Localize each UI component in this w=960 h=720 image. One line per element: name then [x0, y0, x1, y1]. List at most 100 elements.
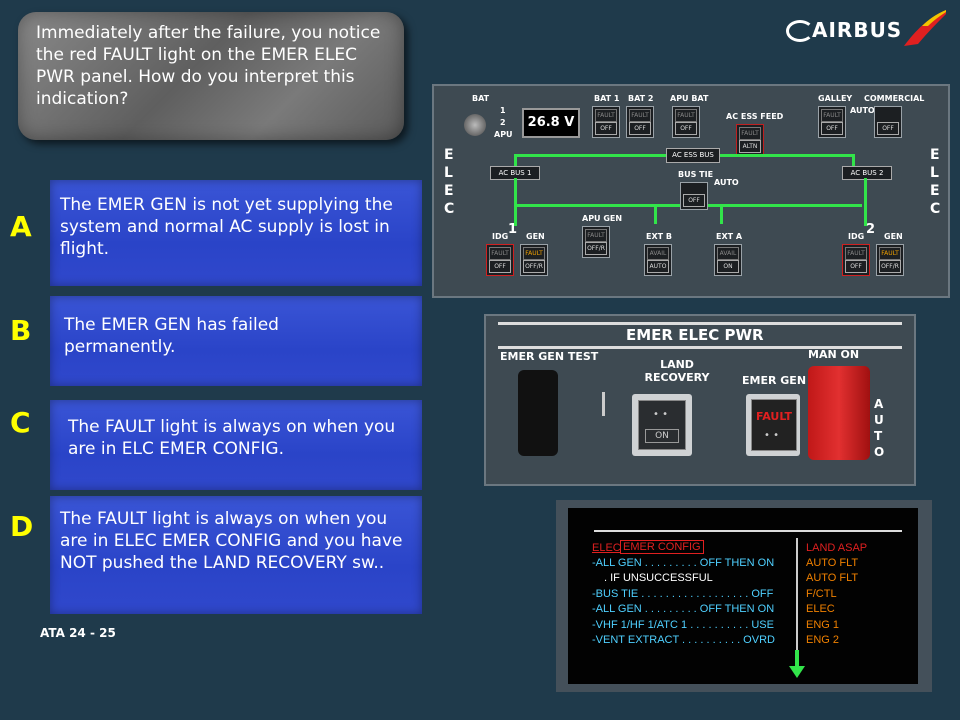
- answer-c-text: The FAULT light is always on when you ar…: [68, 417, 396, 459]
- ac-ess-feed-pushbutton[interactable]: FAULT ALTN: [736, 124, 764, 156]
- bat-pos-apu: APU: [494, 130, 513, 139]
- emer-gen-test-guard[interactable]: [518, 370, 558, 456]
- apu-gen-pushbutton[interactable]: FAULT OFF/R: [582, 226, 610, 258]
- apu-gen-label: APU GEN: [582, 214, 623, 223]
- bat2-pushbutton[interactable]: FAULT OFF: [626, 106, 654, 138]
- gen2-label: GEN: [884, 232, 903, 241]
- answer-b-text: The EMER GEN has failed permanently.: [64, 315, 279, 357]
- idg2-pushbutton[interactable]: FAULT OFF: [842, 244, 870, 276]
- bus-tie-off: OFF: [683, 194, 705, 207]
- iberia-wing-icon: [904, 10, 946, 46]
- land-recovery-pushbutton[interactable]: • • ON: [632, 394, 692, 456]
- bat1-pushbutton[interactable]: FAULT OFF: [592, 106, 620, 138]
- answer-a-button[interactable]: The EMER GEN is not yet supplying the sy…: [50, 180, 422, 286]
- emer-gen-pushbutton[interactable]: FAULT • •: [746, 394, 800, 456]
- bat-label: BAT: [472, 94, 490, 103]
- idg1-label: IDG: [492, 232, 509, 241]
- ecam-right-7: ENG 2: [806, 634, 840, 646]
- gen1-label: GEN: [526, 232, 545, 241]
- ext-a-pushbutton[interactable]: AVAIL ON: [714, 244, 742, 276]
- ecam-line-3: -BUS TIE . . . . . . . . . . . . . . . .…: [592, 588, 774, 600]
- galley-label: GALLEY: [818, 94, 853, 103]
- bat2-label: BAT 2: [628, 94, 654, 103]
- emer-gen-test-label: EMER GEN TEST: [500, 350, 599, 363]
- galley-off: OFF: [821, 122, 843, 135]
- commercial-off: OFF: [877, 122, 899, 135]
- ecam-screen: ELEC EMER CONFIG -ALL GEN . . . . . . . …: [568, 508, 918, 684]
- emer-elec-pwr-panel: EMER ELEC PWR EMER GEN TEST LAND RECOVER…: [484, 314, 916, 486]
- ecam-right-4: F/CTL: [806, 588, 837, 600]
- ecam-right-6: ENG 1: [806, 619, 840, 631]
- gen2-off: OFF/R: [879, 260, 901, 273]
- bus-tie-auto-label: AUTO: [714, 178, 739, 187]
- airbus-wordmark: AIRBUS: [812, 18, 903, 42]
- apu-gen-off: OFF/R: [585, 242, 607, 255]
- galley-pushbutton[interactable]: FAULT OFF: [818, 106, 846, 138]
- airbus-swirl-icon: [786, 20, 814, 42]
- apu-bat-off: OFF: [675, 122, 697, 135]
- ext-b-pushbutton[interactable]: AVAIL AUTO: [644, 244, 672, 276]
- ext-a-avail: AVAIL: [717, 247, 739, 260]
- bus-tie-label: BUS TIE: [678, 170, 714, 179]
- idg2-fault: FAULT: [845, 247, 867, 260]
- ecam-rule-right: [806, 530, 902, 532]
- emer-gen-dots: • •: [764, 430, 779, 441]
- elec-overhead-panel: ELEC ELEC BAT 1 2 APU 26.8 V BAT 1 BAT 2…: [432, 84, 950, 298]
- commercial-label: COMMERCIAL: [864, 94, 925, 103]
- bat1-off: OFF: [595, 122, 617, 135]
- emer-gen-label: EMER GEN: [742, 374, 807, 387]
- bus-tie-pushbutton[interactable]: OFF: [680, 182, 708, 210]
- gen1-pushbutton[interactable]: FAULT OFF/R: [520, 244, 548, 276]
- answer-c-button[interactable]: The FAULT light is always on when you ar…: [50, 400, 422, 490]
- ecam-line-5: -VHF 1/HF 1/ATC 1 . . . . . . . . . . US…: [592, 619, 774, 631]
- bat1-label: BAT 1: [594, 94, 620, 103]
- man-on-label: MAN ON: [808, 348, 860, 361]
- ext-b-feed-line: [654, 204, 657, 224]
- ext-b-label: EXT B: [646, 232, 672, 241]
- answer-d-button[interactable]: The FAULT light is always on when you ar…: [50, 496, 422, 614]
- bat-pos-1: 1: [500, 106, 506, 115]
- bat-pos-2: 2: [500, 118, 506, 127]
- bat-selector-knob[interactable]: [464, 114, 486, 136]
- land-recovery-face: • • ON: [638, 400, 686, 450]
- bus2-feed-line: [864, 178, 867, 226]
- idg2-label: IDG: [848, 232, 865, 241]
- gen1-off: OFF/R: [523, 260, 545, 273]
- answer-a-text: The EMER GEN is not yet supplying the sy…: [60, 195, 393, 259]
- engine-2-number: 2: [866, 222, 876, 237]
- ext-b-avail: AVAIL: [647, 247, 669, 260]
- emer-panel-title: EMER ELEC PWR: [626, 326, 764, 344]
- answer-d-text: The FAULT light is always on when you ar…: [60, 509, 403, 573]
- ecam-scroll-down-arrow-icon: [789, 650, 805, 678]
- elec-side-left: ELEC: [444, 147, 455, 217]
- separator-line: [602, 392, 605, 416]
- apu-gen-fault: FAULT: [585, 229, 607, 242]
- emer-gen-face: FAULT • •: [751, 399, 797, 451]
- panel-divider-top: [498, 322, 902, 325]
- answer-b-button[interactable]: The EMER GEN has failed permanently.: [50, 296, 422, 386]
- ecam-line-4: -ALL GEN . . . . . . . . . OFF THEN ON: [592, 603, 775, 615]
- ata-reference: ATA 24 - 25: [40, 626, 116, 640]
- ecam-line-6: -VENT EXTRACT . . . . . . . . . . OVRD: [592, 634, 775, 646]
- idg1-pushbutton[interactable]: FAULT OFF: [486, 244, 514, 276]
- ac-ess-bus-box: AC ESS BUS: [666, 148, 720, 163]
- airbus-logo: AIRBUS: [786, 10, 956, 54]
- ext-a-label: EXT A: [716, 232, 743, 241]
- galley-auto-label: AUTO: [850, 106, 875, 115]
- gen2-fault: FAULT: [879, 247, 901, 260]
- man-on-red-guard[interactable]: [808, 366, 870, 460]
- commercial-pushbutton[interactable]: OFF: [874, 106, 902, 138]
- ecam-display: ELEC EMER CONFIG -ALL GEN . . . . . . . …: [556, 500, 932, 692]
- apu-bat-pushbutton[interactable]: FAULT OFF: [672, 106, 700, 138]
- ac-ess-feed-label: AC ESS FEED: [726, 112, 784, 121]
- bat2-fault: FAULT: [629, 109, 651, 122]
- ac-bus-2-box: AC BUS 2: [842, 166, 892, 180]
- gen2-pushbutton[interactable]: FAULT OFF/R: [876, 244, 904, 276]
- bus1-feed-line: [514, 178, 517, 226]
- ecam-right-1: LAND ASAP: [806, 542, 868, 554]
- ecam-line-2: . IF UNSUCCESSFUL: [604, 572, 713, 584]
- answer-letter-d: D: [10, 510, 34, 543]
- ecam-right-5: ELEC: [806, 603, 835, 615]
- apu-bat-fault: FAULT: [675, 109, 697, 122]
- ecam-title-emer-config: EMER CONFIG: [620, 540, 704, 554]
